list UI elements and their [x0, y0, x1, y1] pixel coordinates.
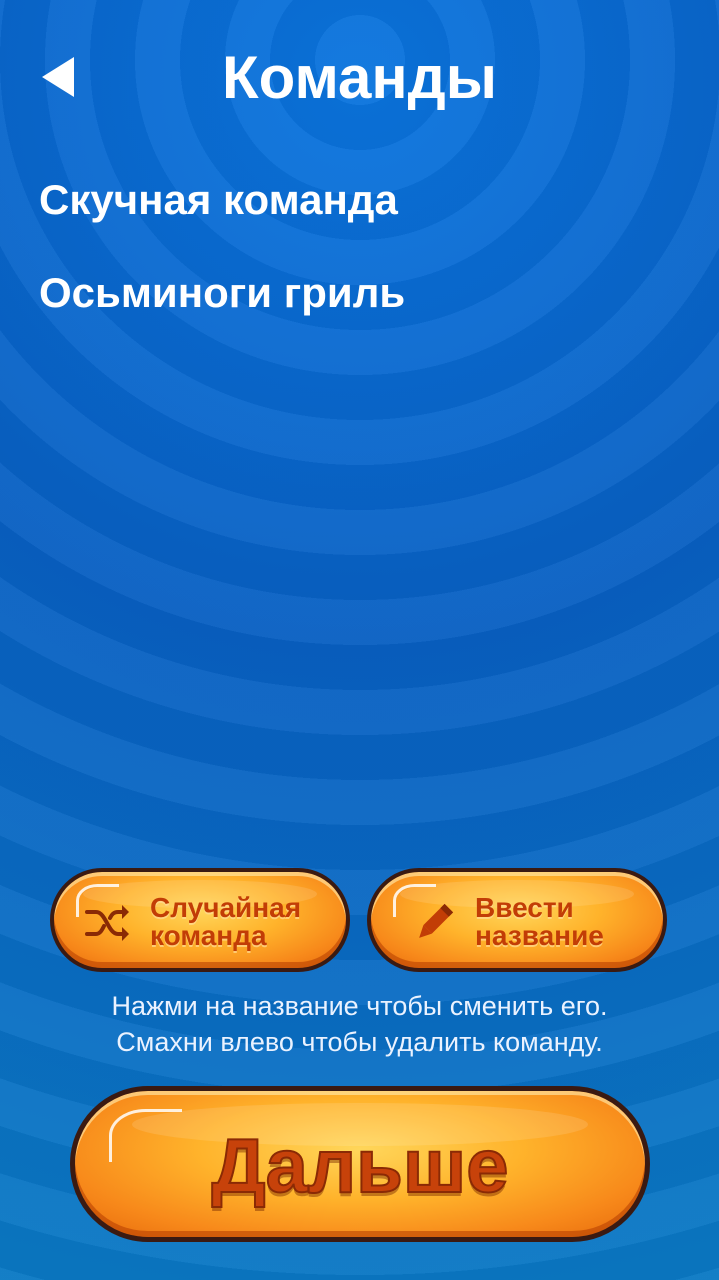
- team-list: Скучная команда Осьминоги гриль: [0, 160, 719, 346]
- hint-line-delete: Смахни влево чтобы удалить команду.: [116, 1027, 603, 1057]
- pencil-icon: [419, 903, 454, 938]
- enter-name-label: Ввести название: [475, 892, 604, 951]
- random-team-button[interactable]: Случайная команда: [50, 868, 350, 972]
- page-title: Команды: [221, 44, 497, 111]
- header: Команды: [0, 0, 719, 150]
- random-team-label: Случайная команда: [150, 892, 302, 951]
- hint-line-rename: Нажми на название чтобы сменить его.: [111, 991, 608, 1021]
- shuffle-icon: [85, 905, 129, 941]
- next-button-label: Дальше: [210, 1123, 509, 1210]
- next-button[interactable]: Дальше: [70, 1086, 650, 1242]
- hint-text: Нажми на название чтобы сменить его. Сма…: [0, 988, 719, 1060]
- team-item[interactable]: Скучная команда: [0, 160, 719, 253]
- enter-name-button[interactable]: Ввести название: [367, 868, 667, 972]
- team-item[interactable]: Осьминоги гриль: [0, 253, 719, 346]
